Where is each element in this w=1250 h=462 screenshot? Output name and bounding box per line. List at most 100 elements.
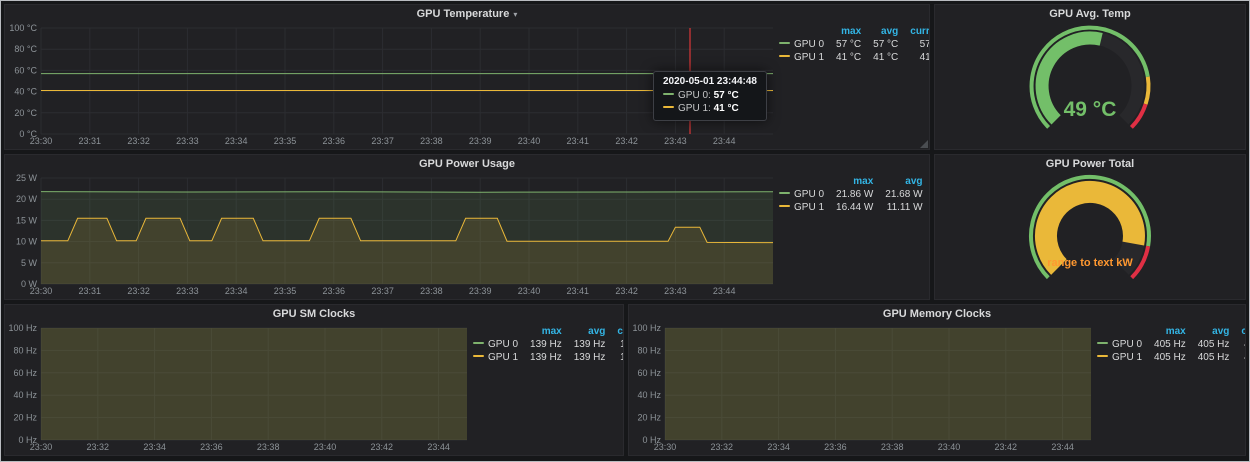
svg-text:23:39: 23:39: [469, 286, 492, 296]
legend-value: 41 °C: [824, 52, 861, 65]
legend-header-current[interactable]: current: [1229, 326, 1246, 339]
legend-header-current[interactable]: current: [605, 326, 624, 339]
panel-header-gpu-temperature[interactable]: GPU Temperature ▾: [5, 5, 929, 23]
svg-text:25 W: 25 W: [16, 173, 38, 183]
tooltip-timestamp: 2020-05-01 23:44:48: [663, 76, 757, 87]
gpu-temperature-legend: maxavgcurrentGPU 057 °C57 °C57 °CGPU 141…: [779, 23, 930, 65]
panel-resize-handle[interactable]: [920, 140, 928, 148]
legend-header-avg[interactable]: avg: [873, 176, 922, 189]
legend-series-toggle[interactable]: GPU 0: [1097, 339, 1142, 352]
svg-text:23:34: 23:34: [767, 442, 790, 452]
legend-row: GPU 141 °C41 °C41 °C: [779, 52, 930, 65]
panel-header-gpu-sm-clocks[interactable]: GPU SM Clocks: [5, 305, 623, 323]
svg-text:23:31: 23:31: [79, 286, 102, 296]
panel-gpu-power-usage: GPU Power Usage 0 W5 W10 W15 W20 W25 W23…: [4, 154, 930, 300]
svg-text:5 W: 5 W: [21, 258, 38, 268]
legend-series-toggle[interactable]: GPU 1: [779, 52, 824, 65]
series-color-dash: [779, 205, 790, 207]
panel-header-gpu-memory-clocks[interactable]: GPU Memory Clocks: [629, 305, 1245, 323]
legend-row: GPU 0405 Hz405 Hz405 Hz: [1097, 339, 1246, 352]
legend-value: 57 °C: [824, 39, 861, 52]
legend-value: 405 Hz: [1229, 339, 1246, 352]
chart-tooltip-rows: GPU 0: 57 °CGPU 1: 41 °C: [663, 89, 757, 115]
svg-text:20 Hz: 20 Hz: [637, 413, 661, 423]
gpu-power-usage-chart[interactable]: 0 W5 W10 W15 W20 W25 W23:3023:3123:3223:…: [5, 173, 779, 297]
panel-gpu-power-total: GPU Power Total range to text kW: [934, 154, 1246, 300]
series-color-dash: [779, 42, 790, 44]
svg-text:20 °C: 20 °C: [14, 108, 37, 118]
legend-header-max[interactable]: max: [518, 326, 562, 339]
dashboard-row-1: GPU Temperature ▾ 0 °C20 °C40 °C60 °C80 …: [4, 4, 1246, 150]
svg-text:23:36: 23:36: [200, 442, 223, 452]
svg-text:23:42: 23:42: [995, 442, 1018, 452]
dashboard-row-2: GPU Power Usage 0 W5 W10 W15 W20 W25 W23…: [4, 154, 1246, 300]
svg-text:40 Hz: 40 Hz: [637, 390, 661, 400]
panel-header-gpu-power-total[interactable]: GPU Power Total: [935, 155, 1245, 173]
legend-header-avg[interactable]: avg: [1186, 326, 1230, 339]
legend-row: GPU 057 °C57 °C57 °C: [779, 39, 930, 52]
legend-series-toggle[interactable]: GPU 0: [779, 189, 824, 202]
legend-value: 139 Hz: [562, 352, 606, 365]
svg-text:23:36: 23:36: [323, 136, 346, 146]
dashboard-row-3: GPU SM Clocks 0 Hz20 Hz40 Hz60 Hz80 Hz10…: [4, 304, 1246, 456]
legend-value: 57 °C: [898, 39, 930, 52]
panel-header-gpu-power-usage[interactable]: GPU Power Usage: [5, 155, 929, 173]
legend-value: 21.68 W: [873, 189, 922, 202]
panel-title-gpu-sm-clocks: GPU SM Clocks: [273, 308, 356, 320]
svg-text:23:42: 23:42: [615, 136, 638, 146]
gpu-memory-clocks-chart[interactable]: 0 Hz20 Hz40 Hz60 Hz80 Hz100 Hz23:3023:32…: [629, 323, 1097, 453]
legend-value: 405 Hz: [1142, 339, 1186, 352]
svg-text:23:35: 23:35: [274, 286, 297, 296]
svg-text:40 Hz: 40 Hz: [13, 390, 37, 400]
svg-text:23:40: 23:40: [938, 442, 961, 452]
legend-value: 405 Hz: [1142, 352, 1186, 365]
svg-text:23:30: 23:30: [30, 286, 53, 296]
legend-series-toggle[interactable]: GPU 1: [779, 202, 824, 215]
series-color-dash: [473, 342, 484, 344]
gpu-memory-clocks-legend: maxavgcurrentGPU 0405 Hz405 Hz405 HzGPU …: [1097, 323, 1246, 365]
legend-header-current[interactable]: current: [923, 176, 930, 189]
svg-text:23:30: 23:30: [30, 136, 53, 146]
svg-text:23:39: 23:39: [469, 136, 492, 146]
panel-header-gpu-avg-temp[interactable]: GPU Avg. Temp: [935, 5, 1245, 23]
series-color-dash: [663, 93, 674, 95]
svg-text:80 Hz: 80 Hz: [637, 345, 661, 355]
legend-header-max[interactable]: max: [824, 176, 873, 189]
legend-header-avg[interactable]: avg: [861, 26, 898, 39]
legend-header-current[interactable]: current: [898, 26, 930, 39]
legend-header-max[interactable]: max: [824, 26, 861, 39]
svg-text:23:30: 23:30: [30, 442, 53, 452]
svg-text:10 W: 10 W: [16, 237, 38, 247]
legend-series-toggle[interactable]: GPU 0: [779, 39, 824, 52]
gpu-sm-clocks-legend: maxavgcurrent GPU 0 139 Hz139 Hz139 Hz GPU …: [473, 323, 624, 365]
legend-header-avg[interactable]: avg: [562, 326, 606, 339]
legend-header-max[interactable]: max: [1142, 326, 1186, 339]
svg-text:23:41: 23:41: [567, 286, 590, 296]
svg-text:23:40: 23:40: [314, 442, 337, 452]
chart-tooltip: 2020-05-01 23:44:48 GPU 0: 57 °CGPU 1: 4…: [653, 71, 767, 121]
legend-value: 41 °C: [861, 52, 898, 65]
panel-gpu-memory-clocks: GPU Memory Clocks 0 Hz20 Hz40 Hz60 Hz80 …: [628, 304, 1246, 456]
svg-text:23:32: 23:32: [711, 442, 734, 452]
svg-text:60 °C: 60 °C: [14, 65, 37, 75]
series-color-dash: [1097, 342, 1108, 344]
svg-text:23:38: 23:38: [881, 442, 904, 452]
gpu-sm-clocks-chart[interactable]: 0 Hz20 Hz40 Hz60 Hz80 Hz100 Hz23:3023:32…: [5, 323, 473, 453]
svg-text:80 Hz: 80 Hz: [13, 345, 37, 355]
panel-body-gpu-power-usage: 0 W5 W10 W15 W20 W25 W23:3023:3123:3223:…: [5, 173, 929, 299]
svg-text:23:33: 23:33: [176, 136, 199, 146]
svg-text:23:34: 23:34: [143, 442, 166, 452]
legend-series-toggle[interactable]: GPU 0: [473, 339, 518, 352]
panel-body-gpu-memory-clocks: 0 Hz20 Hz40 Hz60 Hz80 Hz100 Hz23:3023:32…: [629, 323, 1245, 455]
legend-series-toggle[interactable]: GPU 1: [473, 352, 518, 365]
legend-series-toggle[interactable]: GPU 1: [1097, 352, 1142, 365]
svg-text:23:37: 23:37: [371, 136, 394, 146]
legend-value: 405 Hz: [1186, 339, 1230, 352]
legend-value: 57 °C: [861, 39, 898, 52]
svg-text:23:44: 23:44: [713, 286, 736, 296]
legend-value: 139 Hz: [562, 339, 606, 352]
series-color-dash: [779, 192, 790, 194]
gpu-power-total-gauge: range to text kW: [1015, 173, 1165, 299]
svg-text:23:31: 23:31: [79, 136, 102, 146]
legend-value: 139 Hz: [605, 352, 624, 365]
